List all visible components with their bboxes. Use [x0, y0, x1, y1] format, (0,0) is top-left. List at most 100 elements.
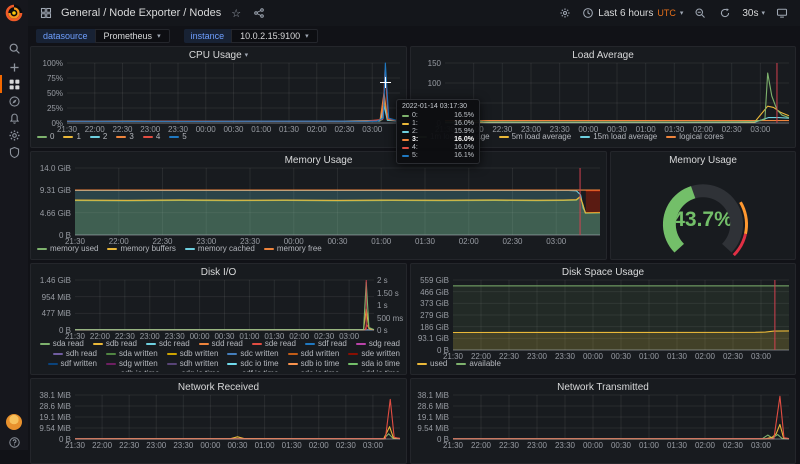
- legend-item[interactable]: sdg io time: [168, 369, 220, 372]
- sidebar-item-server-admin[interactable]: [0, 142, 28, 162]
- x-axis-label: 01:00: [638, 441, 660, 450]
- legend-color-dash: [263, 248, 274, 250]
- legend-item[interactable]: 5m load average: [498, 132, 571, 142]
- legend-item[interactable]: 4: [142, 132, 160, 142]
- legend-item[interactable]: logical cores: [666, 132, 724, 142]
- sidebar-item-help[interactable]: [0, 432, 28, 452]
- variable-datasource: datasource Prometheus ▾: [36, 29, 170, 43]
- y-axis-label: 38.1 MiB: [417, 391, 449, 400]
- plot-area[interactable]: [453, 280, 789, 350]
- grafana-logo[interactable]: [5, 4, 23, 22]
- legend-item[interactable]: memory buffers: [107, 244, 176, 254]
- legend-item[interactable]: sdf io time: [229, 369, 278, 372]
- panel-header-disk-space[interactable]: Disk Space Usage: [411, 264, 795, 280]
- dashboard-settings-icon[interactable]: [557, 5, 573, 21]
- y-axis-label: 25%: [46, 104, 63, 113]
- legend-color-dash: [107, 248, 118, 250]
- legend-item[interactable]: sdc io time: [227, 359, 279, 369]
- datasource-dropdown[interactable]: Prometheus ▾: [94, 29, 170, 43]
- plot-area[interactable]: [67, 63, 400, 123]
- legend-item[interactable]: sdb written: [166, 349, 218, 359]
- panel-header-cpu[interactable]: CPU Usage ▾: [31, 47, 406, 63]
- legend-item[interactable]: sdg read: [355, 339, 400, 349]
- legend-item[interactable]: sdh written: [166, 359, 218, 369]
- instance-dropdown[interactable]: 10.0.2.15:9100 ▾: [231, 29, 318, 43]
- panel-header-disk-io[interactable]: Disk I/O: [31, 264, 406, 280]
- plot-area[interactable]: [453, 395, 789, 439]
- legend-item[interactable]: sdb read: [92, 339, 137, 349]
- panel-header-net-tx[interactable]: Network Transmitted: [411, 379, 795, 395]
- legend-item[interactable]: sdc written: [227, 349, 279, 359]
- plot-area[interactable]: [75, 280, 374, 330]
- x-axis-label: 01:00: [254, 441, 275, 450]
- legend-item[interactable]: 0: [37, 132, 54, 142]
- legend-color-dash: [287, 363, 298, 365]
- panel-header-memory[interactable]: Memory Usage: [31, 152, 606, 168]
- legend-item[interactable]: available: [456, 359, 501, 369]
- bell-icon: [9, 113, 19, 124]
- plot-area[interactable]: [75, 395, 400, 439]
- chevron-down-icon: ▾: [157, 32, 161, 40]
- panel-header-memory-gauge[interactable]: Memory Usage: [611, 152, 795, 168]
- legend-item[interactable]: 15m load average: [580, 132, 657, 142]
- shield-icon: [9, 146, 19, 158]
- panel-cpu-usage: CPU Usage ▾ 100% 75% 50% 25% 0% 21:30 22:00 22:…: [30, 46, 407, 148]
- legend-color-dash: [116, 136, 127, 138]
- legend-color-dash: [304, 343, 315, 345]
- legend-item[interactable]: memory cached: [184, 244, 255, 254]
- legend-color-dash: [348, 353, 359, 355]
- legend-item[interactable]: 3: [116, 132, 134, 142]
- zoom-out-icon[interactable]: [692, 5, 708, 21]
- legend-item[interactable]: sdc read: [145, 339, 190, 349]
- legend-color-dash: [145, 343, 156, 345]
- refresh-icon[interactable]: [717, 5, 733, 21]
- breadcrumb[interactable]: General / Node Exporter / Nodes: [61, 7, 221, 19]
- legend-color-dash: [498, 136, 509, 138]
- legend-color-dash: [169, 136, 180, 138]
- legend-item[interactable]: used: [417, 359, 447, 369]
- legend-item[interactable]: sde read: [251, 339, 296, 349]
- panel-title-text: Network Received: [177, 381, 260, 393]
- legend-item[interactable]: memory free: [263, 244, 322, 254]
- legend-item[interactable]: sdd read: [198, 339, 243, 349]
- panel-header-net-rx[interactable]: Network Received: [31, 379, 406, 395]
- legend-item[interactable]: sdd io time: [348, 369, 400, 372]
- legend-item[interactable]: 5: [169, 132, 187, 142]
- kiosk-monitor-icon[interactable]: [774, 5, 790, 21]
- legend-item[interactable]: sda written: [106, 349, 158, 359]
- legend-item[interactable]: sdh io time: [108, 369, 160, 372]
- legend-item[interactable]: sda read: [39, 339, 84, 349]
- refresh-interval-dropdown[interactable]: 30s ▾: [742, 8, 765, 19]
- y-axis-label: 954 MiB: [41, 292, 71, 302]
- x-axis-label: 22:00: [470, 441, 492, 450]
- panel-header-load[interactable]: Load Average: [411, 47, 795, 63]
- plot-area[interactable]: [445, 63, 789, 123]
- variable-label-instance: instance: [183, 29, 232, 43]
- legend-item[interactable]: sdf written: [47, 359, 97, 369]
- legend-item[interactable]: sdh read: [52, 349, 97, 359]
- legend-color-dash: [89, 136, 100, 138]
- legend-item[interactable]: sde written: [348, 349, 400, 359]
- star-icon[interactable]: ☆: [228, 5, 244, 21]
- legend-color-dash: [166, 363, 177, 365]
- tooltip-row: 2: 15.9%: [402, 128, 474, 136]
- legend-item[interactable]: sdf read: [304, 339, 347, 349]
- panel-title-text: CPU Usage: [188, 49, 242, 61]
- legend-item[interactable]: sdb io time: [287, 359, 339, 369]
- legend-color-dash: [666, 136, 677, 138]
- legend-item[interactable]: sda io time: [348, 359, 400, 369]
- legend-item[interactable]: 1: [63, 132, 81, 142]
- legend-item[interactable]: sdg written: [106, 359, 158, 369]
- tooltip-series-color: [402, 139, 409, 141]
- legend-item[interactable]: 2: [89, 132, 107, 142]
- legend-item[interactable]: memory used: [37, 244, 98, 254]
- user-avatar[interactable]: [6, 414, 22, 430]
- plot-area[interactable]: [75, 168, 600, 235]
- share-icon[interactable]: [251, 5, 267, 21]
- tooltip-row: 1: 16.0%: [402, 120, 474, 128]
- panel-disk-io: Disk I/O 1.46 GiB 954 MiB 477 MiB 0 B2 s 1.5…: [30, 263, 407, 375]
- legend-item[interactable]: sde io time: [288, 369, 340, 372]
- sidebar-item-search[interactable]: [0, 38, 28, 58]
- legend-item[interactable]: sdd written: [287, 349, 339, 359]
- time-range-picker[interactable]: Last 6 hours UTC ▾: [582, 7, 683, 19]
